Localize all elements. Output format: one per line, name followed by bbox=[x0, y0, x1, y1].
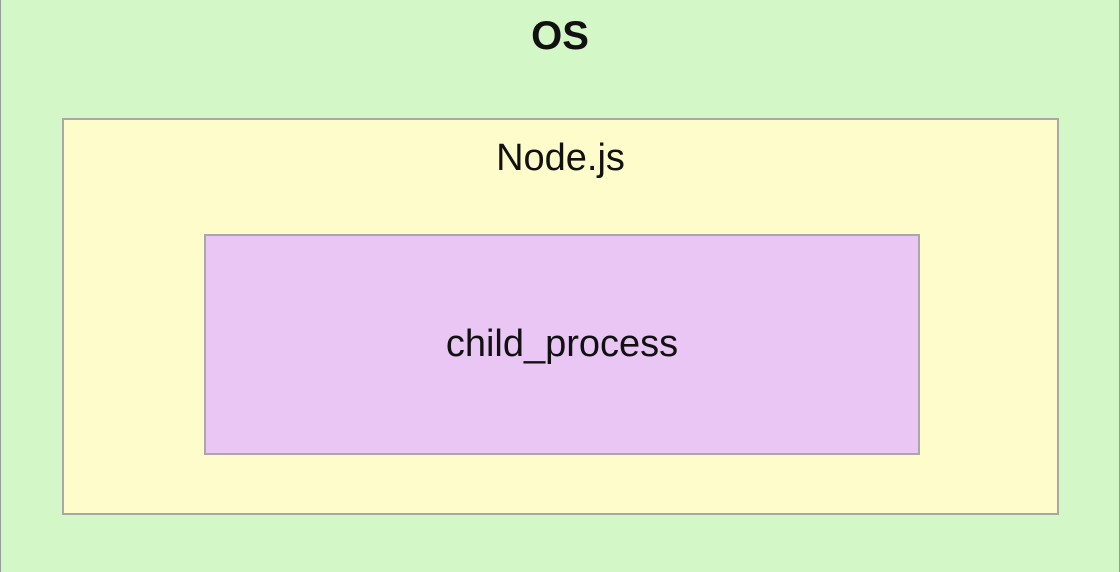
os-box: OS Node.js child_process bbox=[0, 0, 1120, 572]
child-process-label: child_process bbox=[445, 323, 679, 365]
nodejs-box: Node.js child_process bbox=[62, 118, 1059, 515]
child-process-box: child_process bbox=[204, 234, 920, 455]
nodejs-label: Node.js bbox=[496, 137, 625, 179]
os-label: OS bbox=[531, 14, 589, 58]
